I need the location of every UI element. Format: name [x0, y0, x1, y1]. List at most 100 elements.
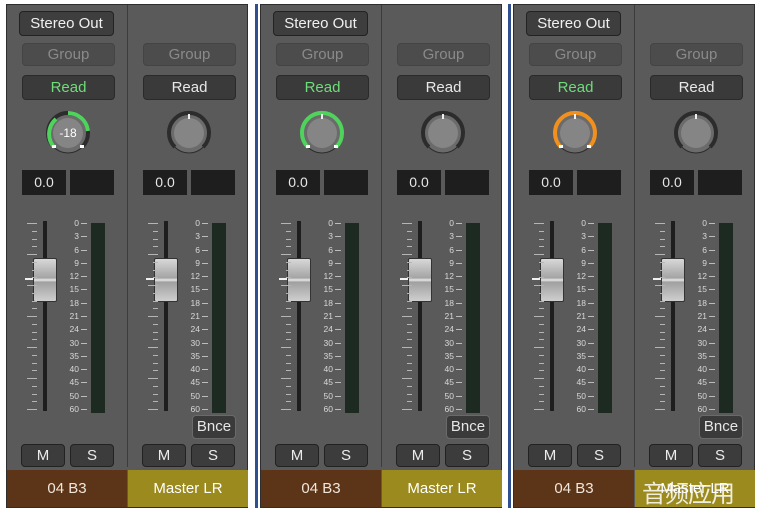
balance-knob[interactable]	[163, 107, 215, 159]
level-meter	[598, 223, 612, 413]
meter-scale-tick	[202, 395, 208, 397]
fader-ruler-tick	[286, 331, 291, 333]
volume-field[interactable]: 0.0	[650, 170, 694, 195]
fader-ruler-tick	[286, 401, 291, 403]
automation-mode-button[interactable]: Read	[22, 75, 115, 100]
track-name[interactable]: 04 B3	[261, 470, 381, 507]
meter-scale-label: 0	[74, 218, 79, 228]
volume-fader[interactable]	[540, 258, 564, 302]
solo-button[interactable]: S	[191, 444, 235, 467]
peak-field	[577, 170, 621, 195]
pan-knob[interactable]: -18	[42, 107, 94, 159]
bounce-button[interactable]: Bnce	[699, 415, 743, 439]
volume-fader[interactable]	[33, 258, 57, 302]
solo-button[interactable]: S	[698, 444, 742, 467]
automation-mode-button[interactable]: Read	[143, 75, 236, 100]
mute-button[interactable]: M	[528, 444, 572, 467]
automation-mode-button[interactable]: Read	[276, 75, 369, 100]
fader-ruler-tick	[286, 292, 291, 294]
meter-scale-label: 12	[576, 271, 586, 282]
fader-ruler-tick	[148, 316, 158, 317]
fader-ruler-tick	[153, 300, 158, 302]
fader-ruler-tick	[660, 323, 665, 325]
volume-field[interactable]: 0.0	[276, 170, 320, 195]
fader-ruler-tick	[286, 230, 291, 232]
group-button[interactable]: Group	[276, 43, 369, 66]
volume-field[interactable]: 0.0	[529, 170, 573, 195]
mute-button[interactable]: M	[142, 444, 186, 467]
solo-button[interactable]: S	[70, 444, 114, 467]
meter-scale-label: 6	[449, 244, 454, 255]
group-button[interactable]: Group	[650, 43, 743, 66]
meter-scale-tick	[588, 342, 594, 344]
fader-ruler-tick	[281, 316, 291, 317]
group-button[interactable]: Group	[529, 43, 622, 66]
meter-scale-tick	[709, 236, 715, 238]
meter-scale-label: 50	[190, 390, 200, 401]
fader-ruler-tick	[407, 401, 412, 403]
automation-mode-button[interactable]: Read	[650, 75, 743, 100]
track-name[interactable]: 04 B3	[514, 470, 634, 507]
automation-mode-button[interactable]: Read	[397, 75, 490, 100]
track-name[interactable]: Master LR	[128, 470, 248, 507]
meter-scale-label: 0	[195, 218, 200, 228]
volume-fader[interactable]	[408, 258, 432, 302]
output-button[interactable]: Stereo Out	[273, 11, 368, 36]
fader-ruler-tick	[539, 269, 544, 271]
fader-ruler-tick	[539, 308, 544, 310]
meter-scale-label: 0	[702, 218, 707, 228]
pan-knob[interactable]	[296, 107, 348, 159]
meter-scale-label: 21	[697, 311, 707, 321]
mute-button[interactable]: M	[396, 444, 440, 467]
group-button[interactable]: Group	[143, 43, 236, 66]
track-name[interactable]: Master LR	[382, 470, 502, 507]
balance-knob[interactable]	[670, 107, 722, 159]
volume-fader[interactable]	[154, 258, 178, 302]
solo-button[interactable]: S	[577, 444, 621, 467]
mute-button[interactable]: M	[649, 444, 693, 467]
fader-ruler-tick	[660, 277, 665, 279]
meter-scale-label: 0	[328, 218, 333, 228]
meter-scale-tick	[81, 409, 87, 410]
bounce-button[interactable]: Bnce	[192, 415, 236, 439]
channel-strip-track: Stereo Out Group Read 0.0 0 3 6 9 12 15 18 21 24…	[261, 5, 381, 507]
solo-button[interactable]: S	[445, 444, 489, 467]
meter-scale-label: 35	[323, 350, 333, 361]
fader-ruler-tick	[534, 347, 544, 348]
volume-fader[interactable]	[287, 258, 311, 302]
mute-button[interactable]: M	[275, 444, 319, 467]
volume-field[interactable]: 0.0	[22, 170, 66, 195]
fader-ruler-tick	[286, 300, 291, 302]
balance-knob[interactable]	[417, 107, 469, 159]
pan-knob[interactable]	[549, 107, 601, 159]
volume-field[interactable]: 0.0	[397, 170, 441, 195]
meter-scale-tick	[202, 316, 208, 317]
meter-scale-tick	[202, 262, 208, 264]
output-button[interactable]: Stereo Out	[19, 11, 114, 36]
fader-ruler-tick	[407, 362, 412, 364]
fader-ruler-tick	[534, 409, 544, 410]
track-name[interactable]: 04 B3	[7, 470, 127, 507]
meter-scale-label: 9	[449, 257, 454, 268]
pan-value	[296, 107, 348, 159]
mute-button[interactable]: M	[21, 444, 65, 467]
meter-scale-label: 35	[444, 350, 454, 361]
volume-field[interactable]: 0.0	[143, 170, 187, 195]
meter-scale: 0 3 6 9 12 15 18 21 24 30 35 40 45 50 60	[180, 215, 212, 415]
fader-ruler-tick	[655, 409, 665, 410]
automation-mode-button[interactable]: Read	[529, 75, 622, 100]
meter-scale-label: 30	[576, 337, 586, 348]
volume-fader[interactable]	[661, 258, 685, 302]
meter-scale-label: 50	[323, 390, 333, 401]
meter-scale-label: 3	[702, 231, 707, 242]
output-button[interactable]: Stereo Out	[526, 11, 621, 36]
meter-scale-tick	[588, 329, 594, 331]
fader-ruler-tick	[153, 269, 158, 271]
bounce-button[interactable]: Bnce	[446, 415, 490, 439]
fader-area: 0 3 6 9 12 15 18 21 24 30 35 40 45 50 60	[261, 215, 381, 415]
meter-scale-tick	[588, 355, 594, 357]
group-button[interactable]: Group	[22, 43, 115, 66]
group-button[interactable]: Group	[397, 43, 490, 66]
solo-button[interactable]: S	[324, 444, 368, 467]
fader-ruler-tick	[27, 254, 37, 255]
